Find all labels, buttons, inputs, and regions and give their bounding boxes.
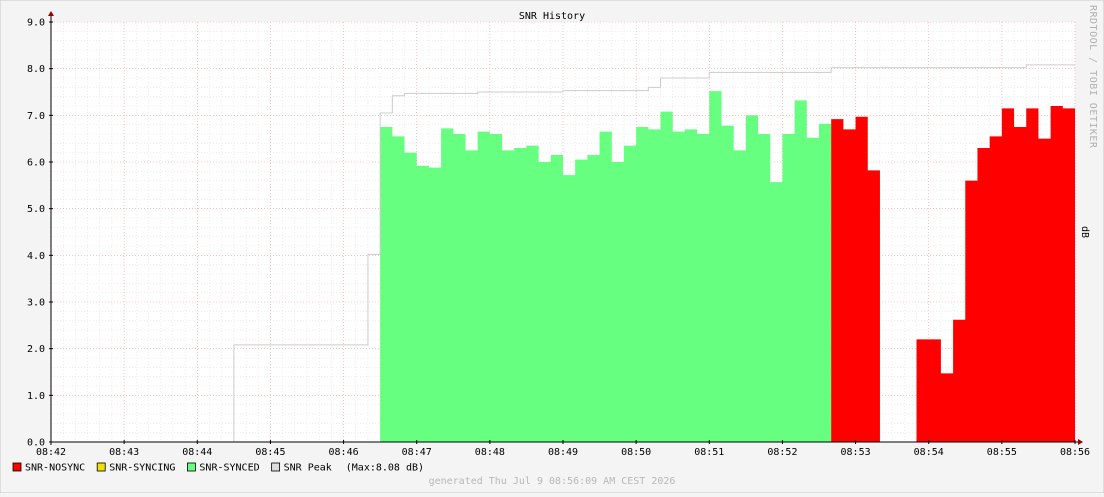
x-tick-label: 08:50 — [621, 447, 651, 458]
legend-label: SNR Peak — [284, 463, 332, 474]
x-tick-label: 08:49 — [548, 447, 578, 458]
legend-label: SNR-SYNCED — [199, 463, 259, 474]
x-tick-label: 08:43 — [109, 447, 139, 458]
x-tick-label: 08:55 — [987, 447, 1017, 458]
chart-title: SNR History — [519, 11, 585, 22]
chart-root: 08:42 08:43 08:44 08:45 08:46 08:47 08:48 08:49… — [0, 0, 1104, 494]
legend: SNR-NOSYNC SNR-SYNCING SNR-SYNCED SNR Peak (… — [12, 462, 424, 474]
x-tick-labels: 08:42 08:43 08:44 08:45 08:46 08:47 08:48 08:49… — [36, 447, 1090, 458]
x-tick-label: 08:52 — [767, 447, 797, 458]
legend-label: SNR-SYNCING — [109, 463, 175, 474]
x-tick-label: 08:47 — [402, 447, 432, 458]
x-tick-label: 08:44 — [182, 447, 212, 458]
x-tick-label: 08:45 — [255, 447, 285, 458]
watermark: RRDTOOL / TOBI OETIKER — [1087, 5, 1098, 149]
x-tick-label: 08:48 — [475, 447, 505, 458]
legend-swatch — [187, 462, 196, 472]
legend-max-note: (Max:8.08 dB) — [346, 463, 424, 474]
legend-swatch — [96, 462, 106, 472]
y-tick-label: 6.0 — [27, 158, 45, 169]
y-tick-label: 3.0 — [27, 298, 45, 309]
legend-swatch — [12, 462, 22, 472]
y-tick-label: 9.0 — [27, 18, 45, 29]
footer-generated: generated Thu Jul 9 08:56:09 AM CEST 202… — [429, 476, 676, 487]
x-tick-label: 08:53 — [841, 447, 871, 458]
x-tick-label: 08:56 — [1060, 447, 1090, 458]
x-tick-label: 08:51 — [694, 447, 724, 458]
y-tick-label: 8.0 — [27, 64, 45, 75]
legend-label: SNR-NOSYNC — [25, 463, 85, 474]
x-tick-label: 08:54 — [914, 447, 944, 458]
y-tick-label: 4.0 — [27, 251, 45, 262]
area-snr-synced — [380, 91, 832, 443]
y-tick-label: 0.0 — [27, 438, 45, 449]
y-tick-label: 2.0 — [27, 344, 45, 355]
y-tick-label: 1.0 — [27, 391, 45, 402]
snr-history-chart: 08:42 08:43 08:44 08:45 08:46 08:47 08:48 08:49… — [0, 0, 1104, 494]
y-tick-label: 7.0 — [27, 111, 45, 122]
y-axis-label: dB — [1079, 226, 1090, 238]
x-tick-label: 08:42 — [36, 447, 66, 458]
x-tick-label: 08:46 — [329, 447, 359, 458]
y-tick-label: 5.0 — [27, 204, 45, 215]
legend-swatch — [271, 462, 281, 472]
